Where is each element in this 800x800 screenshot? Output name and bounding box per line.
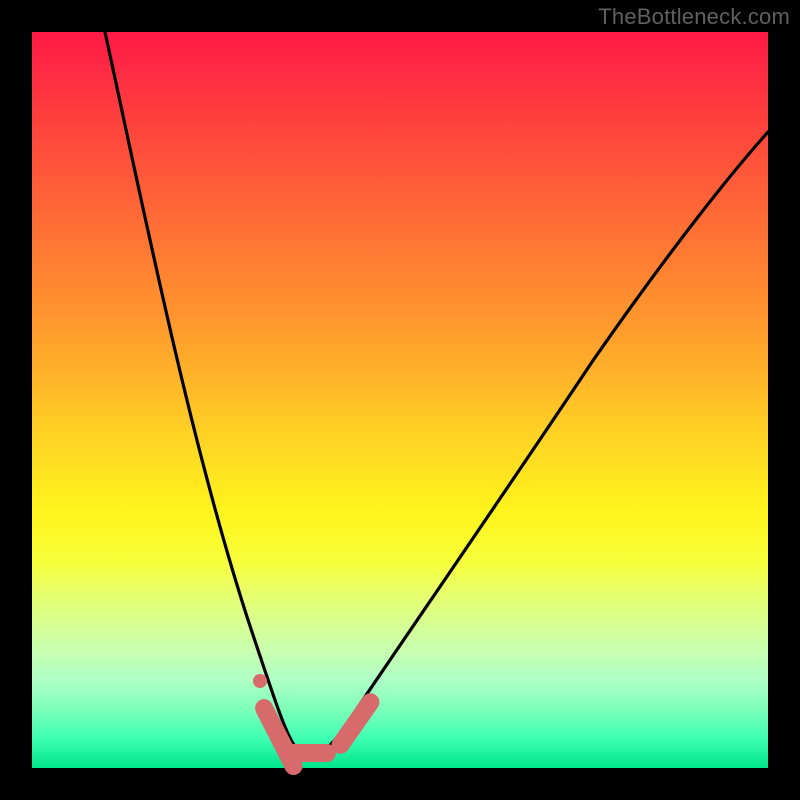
bottleneck-curve (32, 32, 768, 768)
watermark-text: TheBottleneck.com (598, 4, 790, 30)
marker-bar (328, 690, 383, 758)
plot-area (32, 32, 768, 768)
marker-dot (253, 674, 267, 688)
chart-frame: TheBottleneck.com (0, 0, 800, 800)
curve-path (105, 32, 768, 755)
marker-bar (282, 744, 336, 762)
